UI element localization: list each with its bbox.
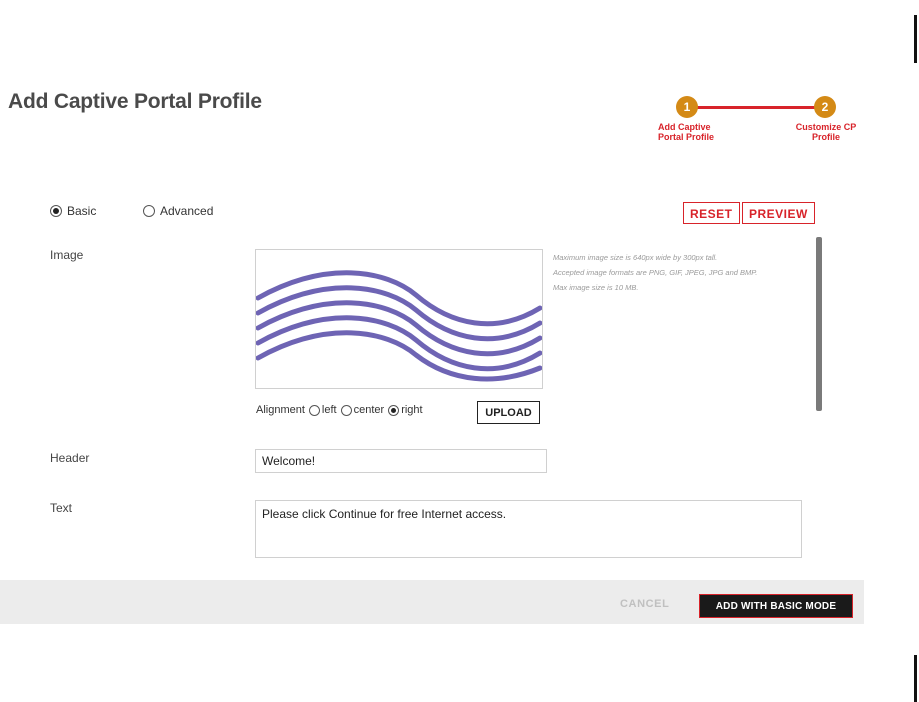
mode-basic-label: Basic [67,204,97,218]
mode-advanced-label: Advanced [160,204,214,218]
align-center-label[interactable]: center [354,404,385,416]
step-2-number: 2 [814,96,836,118]
window-edge-top [914,15,917,63]
text-label: Text [50,501,73,515]
wizard-stepper: 1 Add Captive Portal Profile 2 Customize… [640,96,880,156]
page-title: Add Captive Portal Profile [8,90,262,113]
cancel-button[interactable]: CANCEL [620,598,669,610]
reset-button[interactable]: RESET [683,202,740,224]
stepper-line [688,106,826,109]
alignment-row: Alignment left center right [256,404,423,416]
image-help-text: Maximum image size is 640px wide by 300p… [553,253,793,298]
add-with-basic-mode-button[interactable]: ADD WITH BASIC MODE [699,594,853,618]
header-label: Header [50,451,90,465]
mode-basic-radio[interactable]: Basic [50,204,96,218]
image-label: Image [50,248,84,262]
upload-button[interactable]: UPLOAD [477,401,540,424]
preview-button[interactable]: PREVIEW [742,202,815,224]
wave-image [256,270,542,382]
radio-unchecked-icon[interactable] [143,205,155,217]
scrollbar[interactable] [816,237,822,411]
header-input[interactable]: Welcome! [255,449,547,473]
step-1-label: Add Captive Portal Profile [658,122,715,142]
image-help-formats: Accepted image formats are PNG, GIF, JPE… [553,268,758,277]
align-left-radio[interactable] [308,404,320,416]
image-help-max: Max image size is 10 MB. [553,283,639,292]
step-2-label: Customize CP Profile [795,122,857,142]
text-textarea[interactable]: Please click Continue for free Internet … [255,500,802,558]
alignment-label: Alignment [256,404,305,416]
step-1-number: 1 [676,96,698,118]
align-left-label[interactable]: left [322,404,337,416]
align-center-radio[interactable] [340,404,352,416]
window-edge-bottom [914,655,917,702]
align-right-radio[interactable] [388,404,400,416]
image-help-size: Maximum image size is 640px wide by 300p… [553,253,718,262]
image-preview [255,249,543,389]
radio-checked-icon[interactable] [50,205,62,217]
align-right-label[interactable]: right [401,404,422,416]
mode-advanced-radio[interactable]: Advanced [143,204,213,218]
